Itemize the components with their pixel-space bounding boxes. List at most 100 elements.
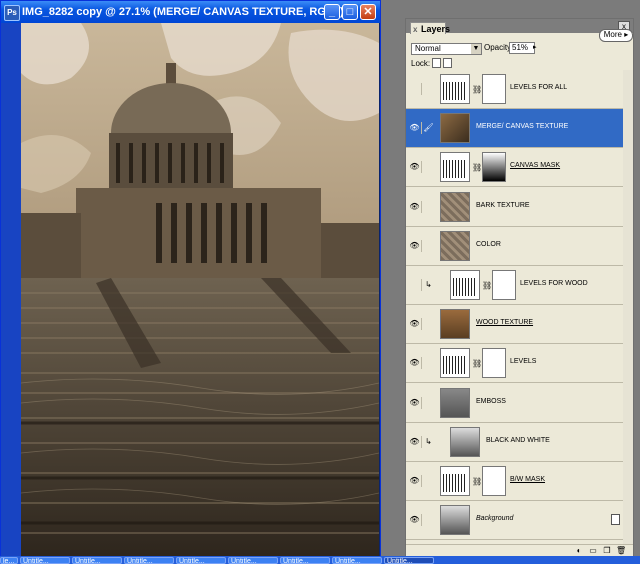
link-icon[interactable] [423,201,434,213]
layer-name: EMBOSS [476,397,506,405]
histogram-icon [443,474,467,492]
layer-thumbnail[interactable] [440,348,470,379]
taskbar-item[interactable]: le... [0,557,18,564]
taskbar-item[interactable]: Untitle... [332,557,382,564]
layer-mask-thumbnail[interactable] [482,74,506,104]
layer-row[interactable]: 👁 ⛓ LEVELS [406,344,623,384]
layer-row[interactable]: 👁 Background [406,501,623,541]
layer-row[interactable]: 👁 BARK TEXTURE [406,188,623,227]
document-titlebar[interactable]: Ps IMG_8282 copy @ 27.1% (MERGE/ CANVAS … [1,1,380,23]
taskbar-item[interactable]: Untitle... [72,557,122,564]
lock-transparency-icon[interactable] [432,58,441,68]
layer-row[interactable]: 👁 ↳ BLACK AND WHITE [406,423,623,462]
lock-icon [611,514,620,526]
visibility-eye-icon[interactable]: 👁 [408,514,422,527]
layer-row[interactable]: 👁 WOOD TEXTURE [406,305,623,345]
layers-tab[interactable]: x Layers [410,22,450,36]
window-border [1,23,21,556]
lock-all-icon[interactable] [443,58,452,68]
layer-thumbnail[interactable] [440,113,470,144]
tab-close-icon[interactable]: x [413,24,417,36]
layer-thumbnail[interactable] [440,387,470,418]
chain-link-icon[interactable]: ⛓ [472,477,482,486]
taskbar-item[interactable]: Untitle... [176,557,226,564]
trash-icon[interactable]: 🗑 [616,546,626,555]
chain-link-icon[interactable]: ⛓ [472,359,482,368]
visibility-eye-icon[interactable]: 👁 [408,122,422,135]
layer-row[interactable]: ⛓ LEVELS FOR ALL [406,70,623,109]
visibility-eye-icon[interactable]: 👁 [408,318,422,331]
link-icon[interactable] [423,397,434,409]
visibility-eye-icon[interactable]: 👁 [408,239,422,252]
link-icon[interactable]: ↳ [423,279,434,291]
link-icon[interactable] [423,161,434,173]
link-icon[interactable] [423,240,434,252]
new-group-icon[interactable]: ▭ [588,546,598,555]
link-icon[interactable] [423,514,434,526]
layer-thumbnail[interactable] [440,230,470,261]
link-icon[interactable] [423,357,434,369]
chain-link-icon[interactable]: ⛓ [482,281,492,290]
layer-row[interactable]: 👁 COLOR [406,227,623,266]
layers-palette: x Layers x More ▸ Normal ▼ Opacity: 51% … [405,18,634,558]
layer-mask-thumbnail[interactable] [482,466,506,496]
layer-name: LEVELS FOR WOOD [520,280,588,287]
layer-thumbnail[interactable] [440,309,470,340]
new-layer-icon[interactable]: ❐ [602,546,612,555]
taskbar-item[interactable]: Untitle... [280,557,330,564]
visibility-eye-icon[interactable] [408,279,422,291]
minimize-button[interactable]: _ [324,4,340,20]
visibility-eye-icon[interactable]: 👁 [408,161,422,174]
taskbar-item[interactable]: Untitle... [124,557,174,564]
layer-thumbnail[interactable] [440,152,470,183]
brush-icon[interactable]: 🖌 [423,122,434,134]
taskbar-item[interactable]: Untitle... [384,557,434,564]
maximize-button[interactable]: □ [342,4,358,20]
histogram-icon [443,82,467,100]
link-icon[interactable] [423,318,434,330]
layer-row[interactable]: 👁 EMBOSS [406,384,623,423]
layers-scrollbar[interactable] [623,70,633,545]
link-icon[interactable]: ↳ [423,436,434,448]
image-canvas[interactable] [21,23,379,556]
taskbar-item[interactable]: Untitle... [20,557,70,564]
visibility-eye-icon[interactable]: 👁 [408,357,422,370]
layer-thumbnail[interactable] [450,270,480,300]
photoshop-icon: Ps [4,5,20,21]
layer-name: MERGE/ CANVAS TEXTURE [476,123,569,131]
taskbar-item[interactable]: Untitle... [228,557,278,564]
chain-link-icon[interactable]: ⛓ [472,163,482,172]
opacity-slider-icon[interactable]: ▸ [533,43,537,51]
layer-name: BLACK AND WHITE [486,436,550,444]
blend-mode-value: Normal [415,44,441,53]
blend-mode-select[interactable]: Normal ▼ [411,43,482,55]
histogram-icon [443,160,467,179]
visibility-eye-icon[interactable]: 👁 [408,200,422,213]
layer-thumbnail[interactable] [440,466,470,496]
chevron-down-icon[interactable]: ▼ [471,44,481,54]
layer-name: COLOR [476,240,501,248]
link-icon[interactable] [423,83,434,95]
layer-row[interactable]: 👁 ⛓ B/W MASK [406,462,623,501]
layer-row[interactable]: ↳ ⛓ LEVELS FOR WOOD [406,266,623,305]
layer-row[interactable]: 👁 ⛓ CANVAS MASK [406,148,623,188]
layer-thumbnail[interactable] [440,74,470,104]
visibility-eye-icon[interactable]: 👁 [408,475,422,487]
link-icon[interactable] [423,475,434,487]
close-button[interactable]: ✕ [360,4,376,20]
visibility-eye-icon[interactable]: 👁 [408,396,422,409]
layer-thumbnail[interactable] [440,505,470,536]
layer-mask-thumbnail[interactable] [482,152,506,183]
layer-mask-thumbnail[interactable] [492,270,516,300]
visibility-eye-icon[interactable] [408,83,422,95]
opacity-input[interactable]: 51% [509,42,535,54]
chain-link-icon[interactable]: ⛓ [472,85,482,94]
more-button[interactable]: More ▸ [599,29,633,42]
layer-name: BARK TEXTURE [476,201,530,209]
layer-row[interactable]: 👁 🖌 MERGE/ CANVAS TEXTURE [406,109,623,149]
layer-thumbnail[interactable] [440,191,470,222]
layer-mask-thumbnail[interactable] [482,348,506,379]
layer-thumbnail[interactable] [450,426,480,457]
visibility-eye-icon[interactable]: 👁 [408,435,422,448]
layer-style-icon[interactable]: ◐ [574,546,584,555]
